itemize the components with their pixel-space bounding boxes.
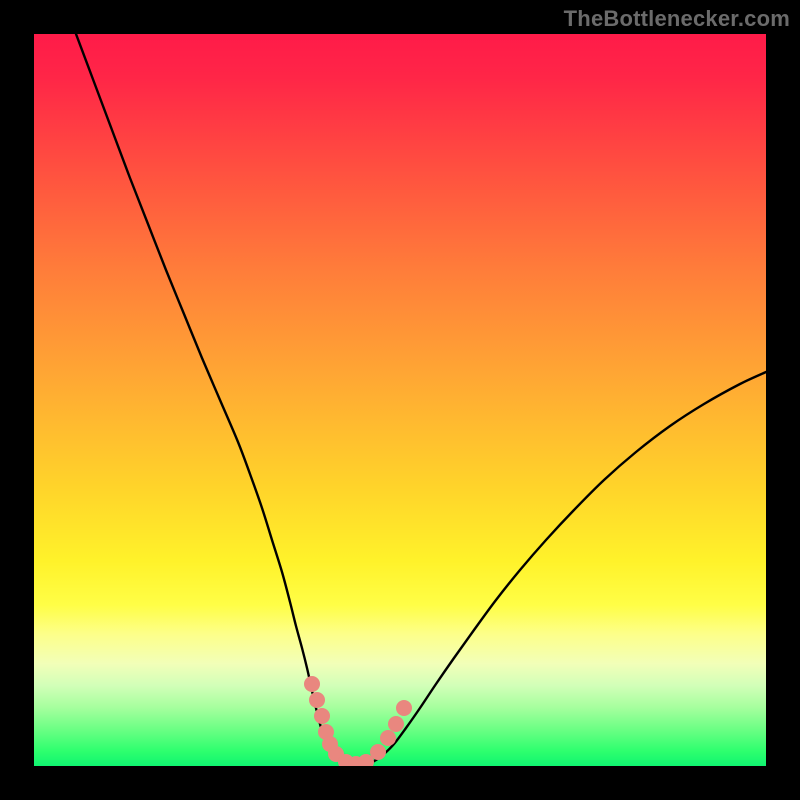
chart-frame: TheBottlenecker.com: [0, 0, 800, 800]
marker-point: [380, 730, 396, 746]
series-right-curve: [352, 372, 766, 766]
marker-point: [304, 676, 320, 692]
watermark-text: TheBottlenecker.com: [564, 6, 790, 32]
marker-point: [314, 708, 330, 724]
marker-point: [309, 692, 325, 708]
marker-point: [370, 744, 386, 760]
curve-layer: [34, 34, 766, 766]
plot-area: [34, 34, 766, 766]
curves: [76, 34, 766, 766]
series-left-curve: [76, 34, 352, 766]
data-markers: [304, 676, 412, 766]
marker-point: [388, 716, 404, 732]
marker-point: [396, 700, 412, 716]
